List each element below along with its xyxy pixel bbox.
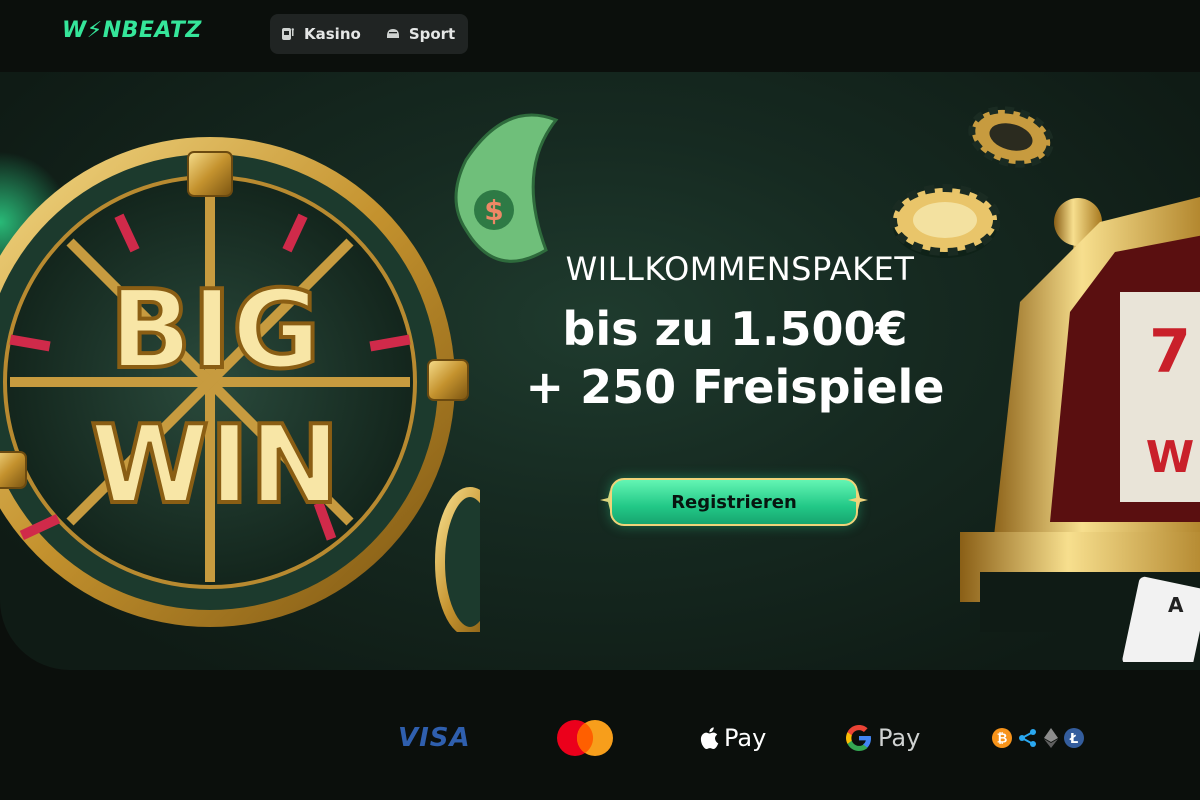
visa-logo: VISA: [398, 723, 471, 753]
ethereum-icon: [1044, 728, 1058, 748]
svg-text:₿: ₿: [997, 732, 1008, 747]
nav-kasino[interactable]: Kasino: [280, 25, 361, 43]
register-button[interactable]: Registrieren: [610, 478, 858, 526]
payment-methods: VISA Pay Pay ₿ Ł: [0, 700, 1200, 780]
svg-text:7: 7: [1149, 317, 1191, 387]
promo-offer: bis zu 1.500€ + 250 Freispiele: [480, 300, 990, 416]
promo-title: WILLKOMMENSPAKET: [565, 250, 915, 288]
nav-kasino-label: Kasino: [304, 25, 361, 43]
svg-text:A: A: [1168, 593, 1184, 617]
apple-pay-logo: Pay: [700, 718, 766, 758]
google-pay-logo: Pay: [846, 718, 920, 758]
apple-icon: [700, 727, 719, 750]
register-cta-wrapper: Registrieren: [600, 474, 868, 530]
winbeatz-logo[interactable]: W⚡NBEATZ: [62, 18, 202, 43]
wheel-big-text: BIG: [109, 268, 320, 393]
mastercard-logo: [554, 718, 616, 758]
top-bar: W⚡NBEATZ Kasino Sport: [0, 0, 1200, 70]
google-g-icon: [846, 725, 871, 751]
helmet-icon: [386, 29, 399, 38]
ripple-icon: [1019, 729, 1036, 747]
main-nav: Kasino Sport: [270, 14, 468, 54]
svg-text:$: $: [484, 194, 503, 227]
slot-machine-icon: [282, 28, 294, 40]
big-win-wheel-illustration: BIG WIN: [0, 137, 480, 632]
nav-sport[interactable]: Sport: [385, 25, 455, 43]
crypto-logos: ₿ Ł: [992, 718, 1084, 758]
wheel-win-text: WIN: [90, 403, 340, 528]
nav-sport-label: Sport: [408, 25, 456, 43]
svg-text:Ł: Ł: [1069, 732, 1078, 747]
apple-pay-text: Pay: [724, 724, 767, 752]
svg-text:W: W: [1146, 432, 1195, 483]
promo-offer-line-2: + 250 Freispiele: [525, 360, 945, 414]
sparkle-icon: [848, 490, 868, 510]
litecoin-icon: Ł: [1064, 728, 1084, 748]
google-pay-text: Pay: [878, 724, 921, 752]
promo-offer-line-1: bis zu 1.500€: [562, 302, 908, 356]
bitcoin-icon: ₿: [992, 728, 1012, 748]
hero-banner[interactable]: BIG WIN $ 7 W A WILLKOMMENSPAKET bis zu …: [0, 72, 1200, 670]
mastercard-icon: [557, 720, 613, 756]
